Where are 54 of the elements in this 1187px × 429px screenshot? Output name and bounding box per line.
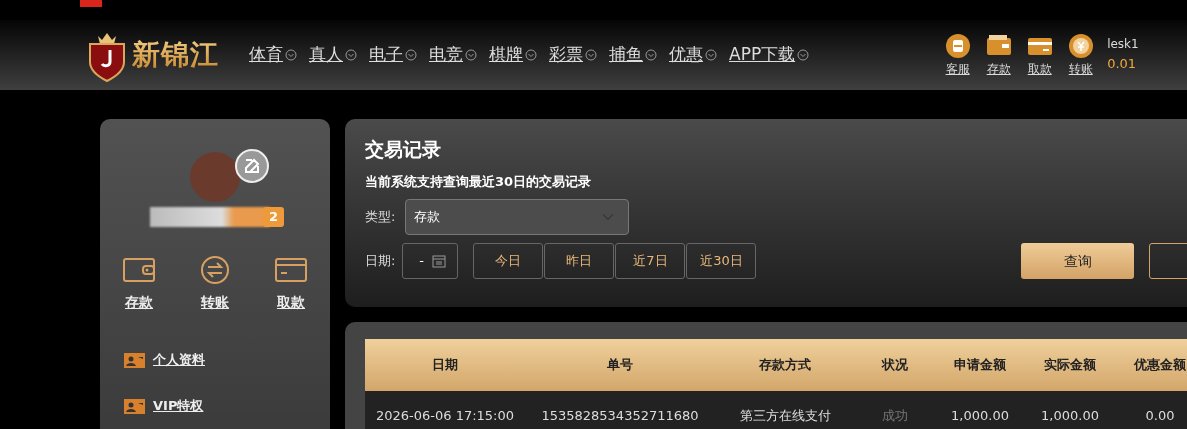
sidebar-menu-item[interactable]: VIP特权	[124, 383, 205, 429]
calendar-icon	[431, 254, 446, 268]
chevron-down-icon	[405, 49, 417, 61]
column-header: 实际金额	[1043, 356, 1097, 375]
balance: 0.01	[1107, 55, 1138, 74]
chevron-down-icon	[465, 49, 477, 61]
header-action-link[interactable]: 取款	[1021, 32, 1059, 78]
page-title: 交易记录	[365, 137, 442, 162]
header-action-link[interactable]: 存款	[980, 32, 1018, 78]
username: lesk1	[1107, 36, 1139, 53]
header-action-link[interactable]: 转账	[1062, 32, 1100, 78]
query-button[interactable]: 查询	[1021, 243, 1134, 279]
wallet-icon	[984, 32, 1013, 58]
table-cell-text: 0.00	[1144, 407, 1176, 426]
flag-icon	[80, 0, 102, 7]
chevron-down-icon	[345, 49, 357, 61]
yuan-coin-icon	[1066, 32, 1095, 58]
quick-action-link[interactable]: 转账	[190, 254, 240, 313]
column-header: 申请金额	[953, 356, 1007, 375]
type-label: 类型:	[365, 208, 397, 227]
chat-icon	[943, 32, 972, 58]
chevron-down-icon	[285, 49, 297, 61]
chevron-down-icon	[705, 49, 717, 61]
chevron-down-icon	[797, 49, 810, 61]
date-range-button[interactable]: 昨日	[544, 243, 615, 279]
date-range-button[interactable]: 今日	[473, 243, 544, 279]
column-header: 优惠金额	[1132, 356, 1187, 375]
table-cell-text: 1,000.00	[1040, 407, 1100, 426]
id-card-icon	[124, 398, 145, 414]
edit-icon[interactable]	[234, 148, 270, 184]
date-field[interactable]: -	[402, 243, 459, 279]
column-header: 存款方式	[758, 356, 812, 375]
table-cell-text: 1535828534352711680	[540, 407, 700, 426]
table-cell-text: 2026-06-06 17:15:00	[374, 407, 516, 426]
column-header: 状况	[880, 356, 909, 375]
date-range-button[interactable]: 近7日	[615, 243, 686, 279]
info-text: 当前系统支持查询最近30日的交易记录	[365, 172, 593, 191]
table-cell-text: 成功	[881, 407, 909, 426]
chevron-down-icon	[585, 49, 597, 61]
chevron-down-icon	[645, 49, 657, 61]
nav-link[interactable]: 彩票	[549, 42, 597, 68]
id-card-icon	[124, 352, 145, 368]
vip-level-badge: 2	[263, 207, 285, 227]
column-header: 单号	[606, 356, 634, 375]
date-label: 日期:	[365, 252, 397, 271]
avatar	[190, 152, 240, 202]
header-action-link[interactable]: 客服	[939, 32, 977, 78]
chevron-down-icon	[525, 49, 537, 61]
table-cell-text: 1,000.00	[950, 407, 1010, 426]
date-range-button[interactable]: 近30日	[686, 243, 757, 279]
column-header: 日期	[431, 356, 459, 375]
nav-link[interactable]: APP下载	[729, 42, 810, 68]
type-select[interactable]: 存款	[405, 199, 629, 235]
table-cell-text: 第三方在线支付	[738, 407, 832, 426]
